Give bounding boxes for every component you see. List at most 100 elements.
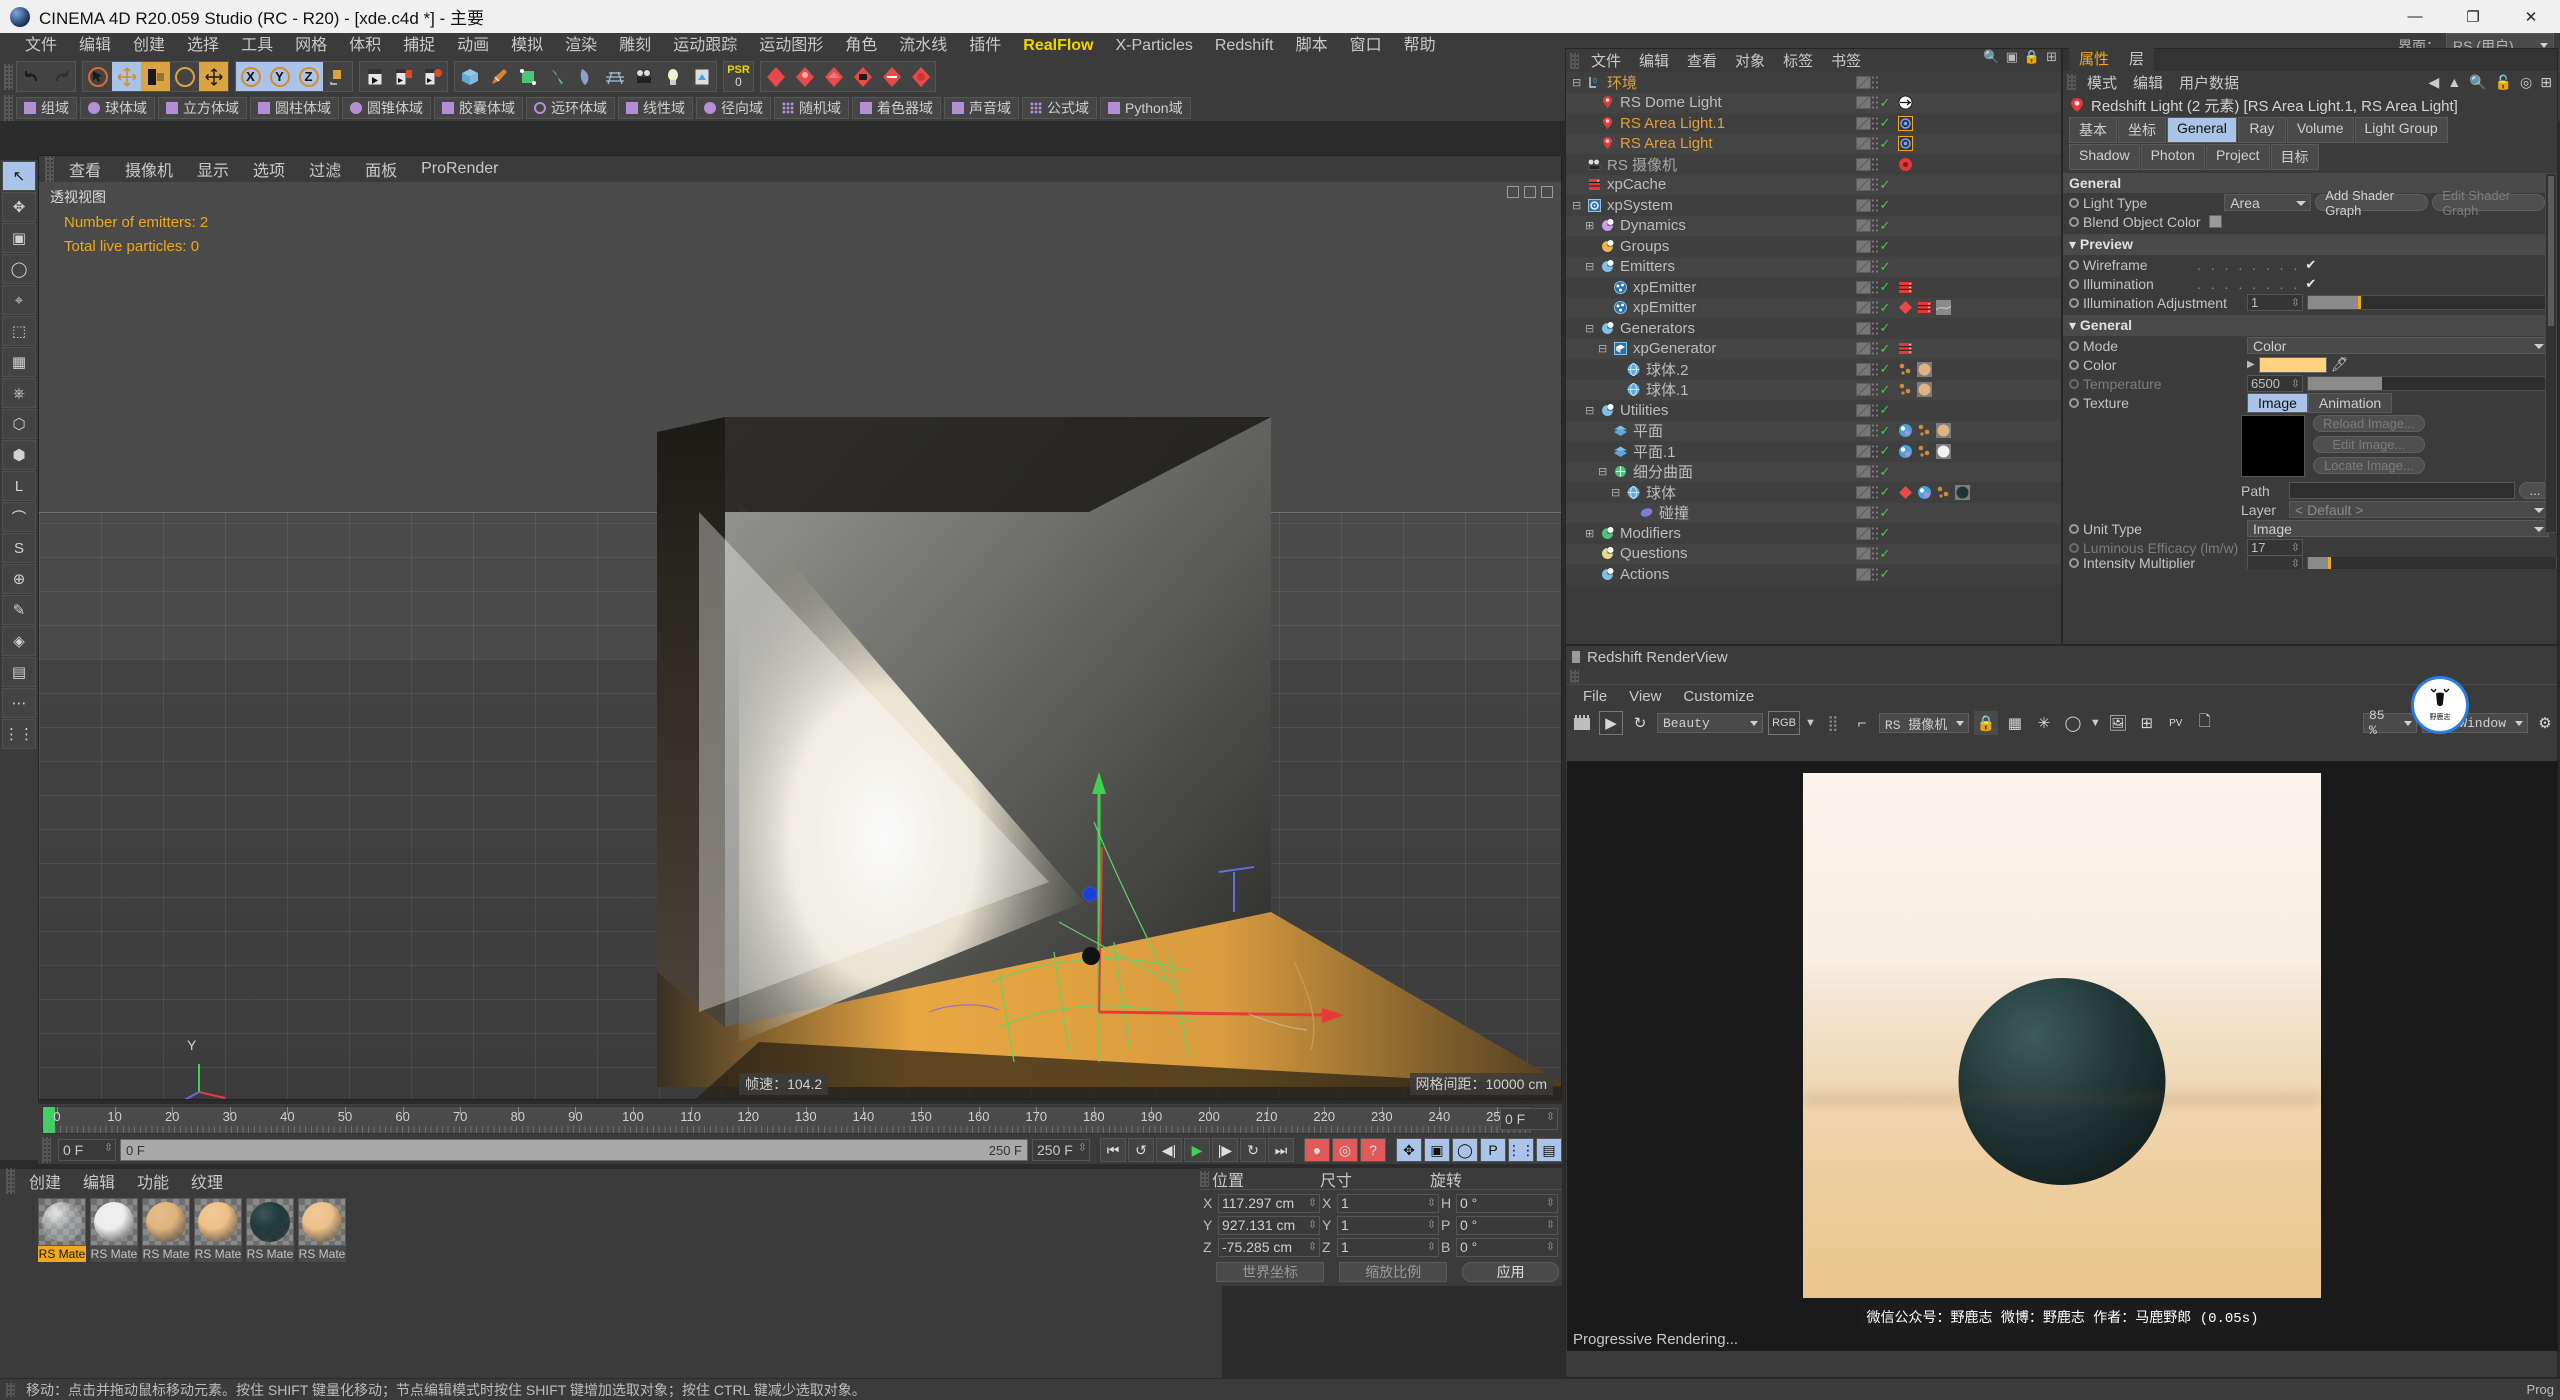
start-frame-field[interactable]: 0 F [58, 1139, 116, 1161]
material-name[interactable]: RS Mate [298, 1246, 346, 1262]
visibility-dots-icon[interactable] [1871, 157, 1878, 172]
luminous-radio-icon[interactable] [2069, 543, 2079, 553]
visibility-toggle[interactable] [1856, 178, 1871, 191]
left-tool-0-icon[interactable]: ↖ [2, 161, 36, 191]
tag-red-gem[interactable] [1898, 300, 1913, 315]
spline-pen-icon[interactable] [484, 62, 513, 91]
visibility-toggle[interactable] [1856, 404, 1871, 417]
material-item[interactable]: RS Mate [90, 1198, 138, 1262]
visibility-toggle[interactable] [1856, 465, 1871, 478]
intensity-radio-icon[interactable] [2069, 558, 2079, 568]
object-tags[interactable] [1898, 136, 1915, 151]
render-settings-gear-icon[interactable]: ⚙ [2533, 711, 2557, 735]
visibility-toggle[interactable] [1856, 322, 1871, 335]
prev-keyframe-button[interactable]: ↺ [1128, 1138, 1154, 1162]
attribute-menu-2[interactable]: 用户数据 [2171, 72, 2247, 93]
menu-item--[interactable]: 创建 [122, 33, 176, 59]
visibility-dots-icon[interactable] [1871, 505, 1878, 520]
object-tags[interactable] [1898, 95, 1915, 110]
key-position-button[interactable]: ✥ [1396, 1138, 1422, 1162]
render-group[interactable] [359, 61, 448, 92]
visibility-dots-icon[interactable] [1871, 423, 1878, 438]
object-label[interactable]: Generators [1620, 320, 1695, 337]
enable-checkmark[interactable]: ✓ [1878, 382, 1892, 398]
left-tool-4-icon[interactable]: ⌖ [2, 285, 36, 315]
enable-checkmark[interactable]: ✓ [1878, 300, 1892, 316]
field-flag-button[interactable]: 声音域 [944, 97, 1019, 119]
timeline-frame-field[interactable]: 0 F [1500, 1108, 1558, 1130]
menu-item-x-particles[interactable]: X-Particles [1105, 33, 1204, 59]
field-square-button[interactable]: 立方体域 [158, 97, 247, 119]
menu-item--[interactable]: 运动图形 [748, 33, 834, 59]
left-tool-11-icon[interactable]: ⌒ [2, 502, 36, 532]
object-tags[interactable] [1898, 423, 1953, 438]
menu-item--[interactable]: 体积 [338, 33, 392, 59]
enable-checkmark[interactable]: ✓ [1878, 402, 1892, 418]
object-name-cell[interactable]: xpEmitter [1566, 299, 1856, 316]
edit-shader-graph-button[interactable]: Edit Shader Graph [2432, 194, 2544, 211]
render-view-menu-file[interactable]: File [1572, 688, 1618, 705]
object-row[interactable]: Groups ✓ [1566, 236, 2061, 257]
visibility-toggle[interactable] [1856, 527, 1871, 540]
visibility-dots-icon[interactable] [1871, 567, 1878, 582]
edit-image-button[interactable]: Edit Image... [2313, 436, 2425, 453]
object-tags[interactable] [1898, 362, 1934, 377]
object-label[interactable]: xpCache [1607, 176, 1666, 193]
post-effects-icon[interactable]: PV [2164, 711, 2188, 735]
visibility-dots-icon[interactable] [1871, 362, 1878, 377]
object-row[interactable]: xpCache✓ [1566, 175, 2061, 196]
move-axis-icon[interactable] [199, 62, 228, 91]
visibility-dots-icon[interactable] [1871, 444, 1878, 459]
lock-icon[interactable]: 🔒 [1974, 711, 1998, 735]
expand-toggle-icon[interactable]: ⊟ [1572, 199, 1582, 212]
attribute-scrollbar-thumb[interactable] [2548, 176, 2554, 326]
object-label[interactable]: 球体 [1646, 482, 1676, 503]
visibility-dots-icon[interactable] [1871, 116, 1878, 131]
field-circle-button[interactable]: 球体域 [80, 97, 155, 119]
visibility-dots-icon[interactable] [1871, 136, 1878, 151]
left-tool-6-icon[interactable]: ▦ [2, 347, 36, 377]
transform-tools-group[interactable] [82, 61, 229, 92]
expand-toggle-icon[interactable]: ⊟ [1585, 322, 1595, 335]
viewport-menu-6[interactable]: ProRender [409, 160, 510, 178]
expand-toggle-icon[interactable]: ⊟ [1585, 260, 1595, 273]
left-tool-9-icon[interactable]: ⬢ [2, 440, 36, 470]
enable-checkmark[interactable]: ✓ [1878, 238, 1892, 254]
left-tool-16-icon[interactable]: ▤ [2, 657, 36, 687]
lock-z-axis-icon[interactable]: Z [294, 62, 323, 91]
unit-type-radio-icon[interactable] [2069, 524, 2079, 534]
material-list[interactable]: RS MateRS MateRS MateRS MateRS MateRS Ma… [0, 1192, 1222, 1262]
tag-uv[interactable] [1898, 423, 1913, 438]
move-tool-icon[interactable] [112, 62, 141, 91]
object-name-cell[interactable]: ⊟Emitters [1566, 258, 1856, 275]
material-preview[interactable] [90, 1198, 138, 1246]
viewport-menu-3[interactable]: 选项 [241, 157, 297, 181]
denoise-icon[interactable]: ✳ [2032, 711, 2056, 735]
visibility-dots-icon[interactable] [1871, 485, 1878, 500]
object-label[interactable]: 碰撞 [1659, 502, 1689, 523]
timeline-frame-value[interactable]: 0 F [1500, 1108, 1558, 1130]
coord-row-buttons[interactable]: 世界坐标 缩放比例 应用 [1203, 1261, 1559, 1283]
object-label[interactable]: 球体.1 [1646, 379, 1689, 400]
menu-item--[interactable]: 动画 [446, 33, 500, 59]
render-view-menu[interactable]: FileViewCustomize [1566, 684, 2557, 708]
enable-checkmark[interactable]: ✓ [1878, 259, 1892, 275]
up-arrow-icon[interactable]: ▲ [2447, 74, 2461, 90]
object-row[interactable]: ⊟xpGenerator✓ [1566, 339, 2061, 360]
object-label[interactable]: Groups [1620, 238, 1669, 255]
visibility-dots-icon[interactable] [1871, 546, 1878, 561]
menu-item--[interactable]: 雕刻 [608, 33, 662, 59]
enable-checkmark[interactable]: ✓ [1878, 566, 1892, 582]
object-row[interactable]: ⊟xpSystem✓ [1566, 195, 2061, 216]
left-tool-5-icon[interactable]: ⬚ [2, 316, 36, 346]
material-menu[interactable]: 创建编辑功能纹理 [0, 1169, 1222, 1192]
go-to-start-button[interactable]: ⏮ [1100, 1138, 1126, 1162]
left-tool-10-icon[interactable]: L [2, 471, 36, 501]
enable-checkmark[interactable]: ✓ [1878, 505, 1892, 521]
material-name[interactable]: RS Mate [142, 1246, 190, 1262]
back-arrow-icon[interactable]: ◀ [2429, 74, 2440, 91]
viewport-panel[interactable]: 查看摄像机显示选项过滤面板ProRender 透视视图 Number of em… [38, 155, 1562, 1100]
object-name-cell[interactable]: RS Dome Light [1566, 94, 1856, 111]
object-expand-icon[interactable]: ⊞ [2046, 49, 2057, 65]
attr-lock-icon[interactable]: 🔓 [2495, 74, 2512, 91]
